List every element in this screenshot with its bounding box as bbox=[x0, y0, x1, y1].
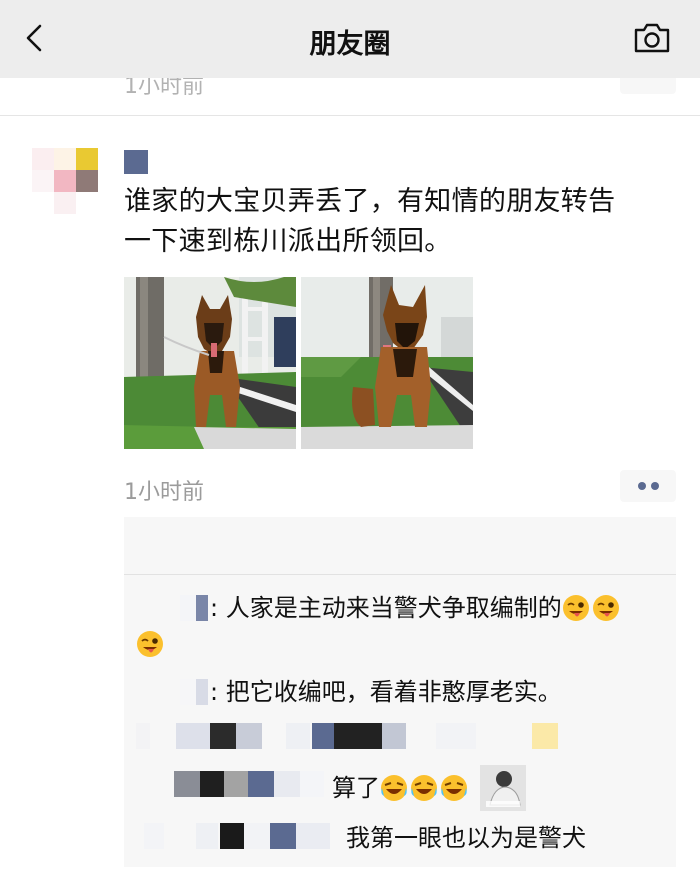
comment-body: 我第一眼也以为是警犬 bbox=[346, 824, 586, 852]
wink-tongue-icon bbox=[592, 595, 619, 621]
redaction-block bbox=[196, 823, 218, 849]
likes-area bbox=[124, 517, 676, 573]
post-text-line: 一下速到栋川派出所领回。 bbox=[124, 226, 452, 257]
comment-item[interactable]: : 把它收编吧，看着非憨厚老实。 bbox=[124, 675, 676, 711]
more-button[interactable] bbox=[620, 470, 676, 502]
comment-item[interactable]: : 人家是主动来当警犬争取编制的 bbox=[124, 591, 676, 661]
commenter-name-redacted[interactable] bbox=[174, 771, 334, 797]
comment-area: : 人家是主动来当警犬争取编制的 : 把它收编吧，看着非憨厚老实。 算了 我第一… bbox=[124, 517, 676, 867]
avatar-pixel bbox=[32, 170, 54, 192]
nickname-redacted[interactable] bbox=[124, 150, 148, 174]
laugh-cry-icon bbox=[441, 775, 467, 801]
redaction-block bbox=[436, 723, 476, 749]
comment-text: : 把它收编吧，看着非憨厚老实。 bbox=[210, 675, 562, 709]
redaction-block bbox=[334, 723, 382, 749]
nav-bar: 朋友圈 bbox=[0, 0, 700, 78]
redaction-block bbox=[248, 771, 274, 797]
redaction-block bbox=[220, 823, 244, 849]
redaction-block bbox=[274, 771, 300, 797]
redaction-block bbox=[174, 771, 200, 797]
post-time: 1小时前 bbox=[124, 480, 204, 505]
commenter-name-redacted[interactable] bbox=[180, 679, 210, 705]
dot-icon bbox=[638, 482, 646, 490]
camera-icon[interactable] bbox=[632, 20, 672, 56]
redaction-block bbox=[270, 823, 296, 849]
redaction-block bbox=[180, 679, 196, 705]
commenter-name-redacted[interactable] bbox=[144, 823, 354, 849]
wink-tongue-icon bbox=[562, 595, 589, 621]
laugh-cry-icon bbox=[381, 775, 407, 801]
redaction-block bbox=[382, 723, 406, 749]
redaction-block bbox=[180, 595, 196, 621]
comment-text-wrap bbox=[136, 627, 166, 661]
avatar-pixel bbox=[76, 148, 98, 170]
redaction-block bbox=[200, 771, 224, 797]
avatar-pixel bbox=[54, 170, 76, 192]
comment-body: 人家是主动来当警犬争取编制的 bbox=[218, 594, 562, 622]
redaction-block bbox=[176, 723, 210, 749]
comment-text: : 人家是主动来当警犬争取编制的 bbox=[210, 591, 622, 625]
comment-body: 把它收编吧，看着非憨厚老实。 bbox=[218, 678, 562, 706]
post-photo[interactable] bbox=[124, 277, 296, 449]
comment-item[interactable]: 算了 bbox=[124, 765, 676, 817]
wink-tongue-icon bbox=[137, 631, 163, 657]
laugh-cry-icon bbox=[411, 775, 437, 801]
redaction-block bbox=[312, 723, 334, 749]
redaction-block bbox=[300, 771, 324, 797]
avatar-pixel bbox=[76, 192, 98, 214]
comment-divider bbox=[124, 574, 676, 575]
redaction-block bbox=[136, 723, 150, 749]
redaction-block bbox=[196, 595, 208, 621]
comment-text: 我第一眼也以为是警犬 bbox=[346, 821, 586, 855]
redaction-block bbox=[144, 823, 164, 849]
comment-item[interactable]: 我第一眼也以为是警犬 bbox=[124, 819, 676, 855]
redaction-block bbox=[236, 723, 262, 749]
page-title: 朋友圈 bbox=[309, 29, 391, 60]
post-divider bbox=[0, 115, 700, 116]
sticker-image[interactable] bbox=[480, 765, 526, 811]
post-text-line: 谁家的大宝贝弄丢了，有知情的朋友转告 bbox=[124, 186, 616, 217]
comment-item[interactable] bbox=[124, 717, 676, 757]
post-photo[interactable] bbox=[301, 277, 473, 449]
avatar-pixel bbox=[32, 192, 54, 214]
avatar-pixel bbox=[54, 148, 76, 170]
comment-separator: : bbox=[210, 678, 219, 706]
redaction-block bbox=[196, 679, 208, 705]
redaction-block bbox=[532, 723, 558, 749]
redaction-block bbox=[210, 723, 236, 749]
redaction-block bbox=[244, 823, 270, 849]
commenter-name-redacted[interactable] bbox=[180, 595, 210, 621]
post-text: 谁家的大宝贝弄丢了，有知情的朋友转告 一下速到栋川派出所领回。 bbox=[124, 182, 669, 262]
avatar[interactable] bbox=[32, 148, 100, 216]
comment-body: 算了 bbox=[332, 774, 380, 802]
comment-redacted bbox=[136, 723, 566, 749]
redaction-block bbox=[296, 823, 330, 849]
comment-separator: : bbox=[210, 594, 219, 622]
redaction-block bbox=[286, 723, 310, 749]
avatar-pixel bbox=[76, 170, 98, 192]
avatar-pixel bbox=[54, 192, 76, 214]
redaction-block bbox=[224, 771, 248, 797]
avatar-pixel bbox=[32, 148, 54, 170]
dot-icon bbox=[651, 482, 659, 490]
comment-text: 算了 bbox=[332, 771, 470, 805]
